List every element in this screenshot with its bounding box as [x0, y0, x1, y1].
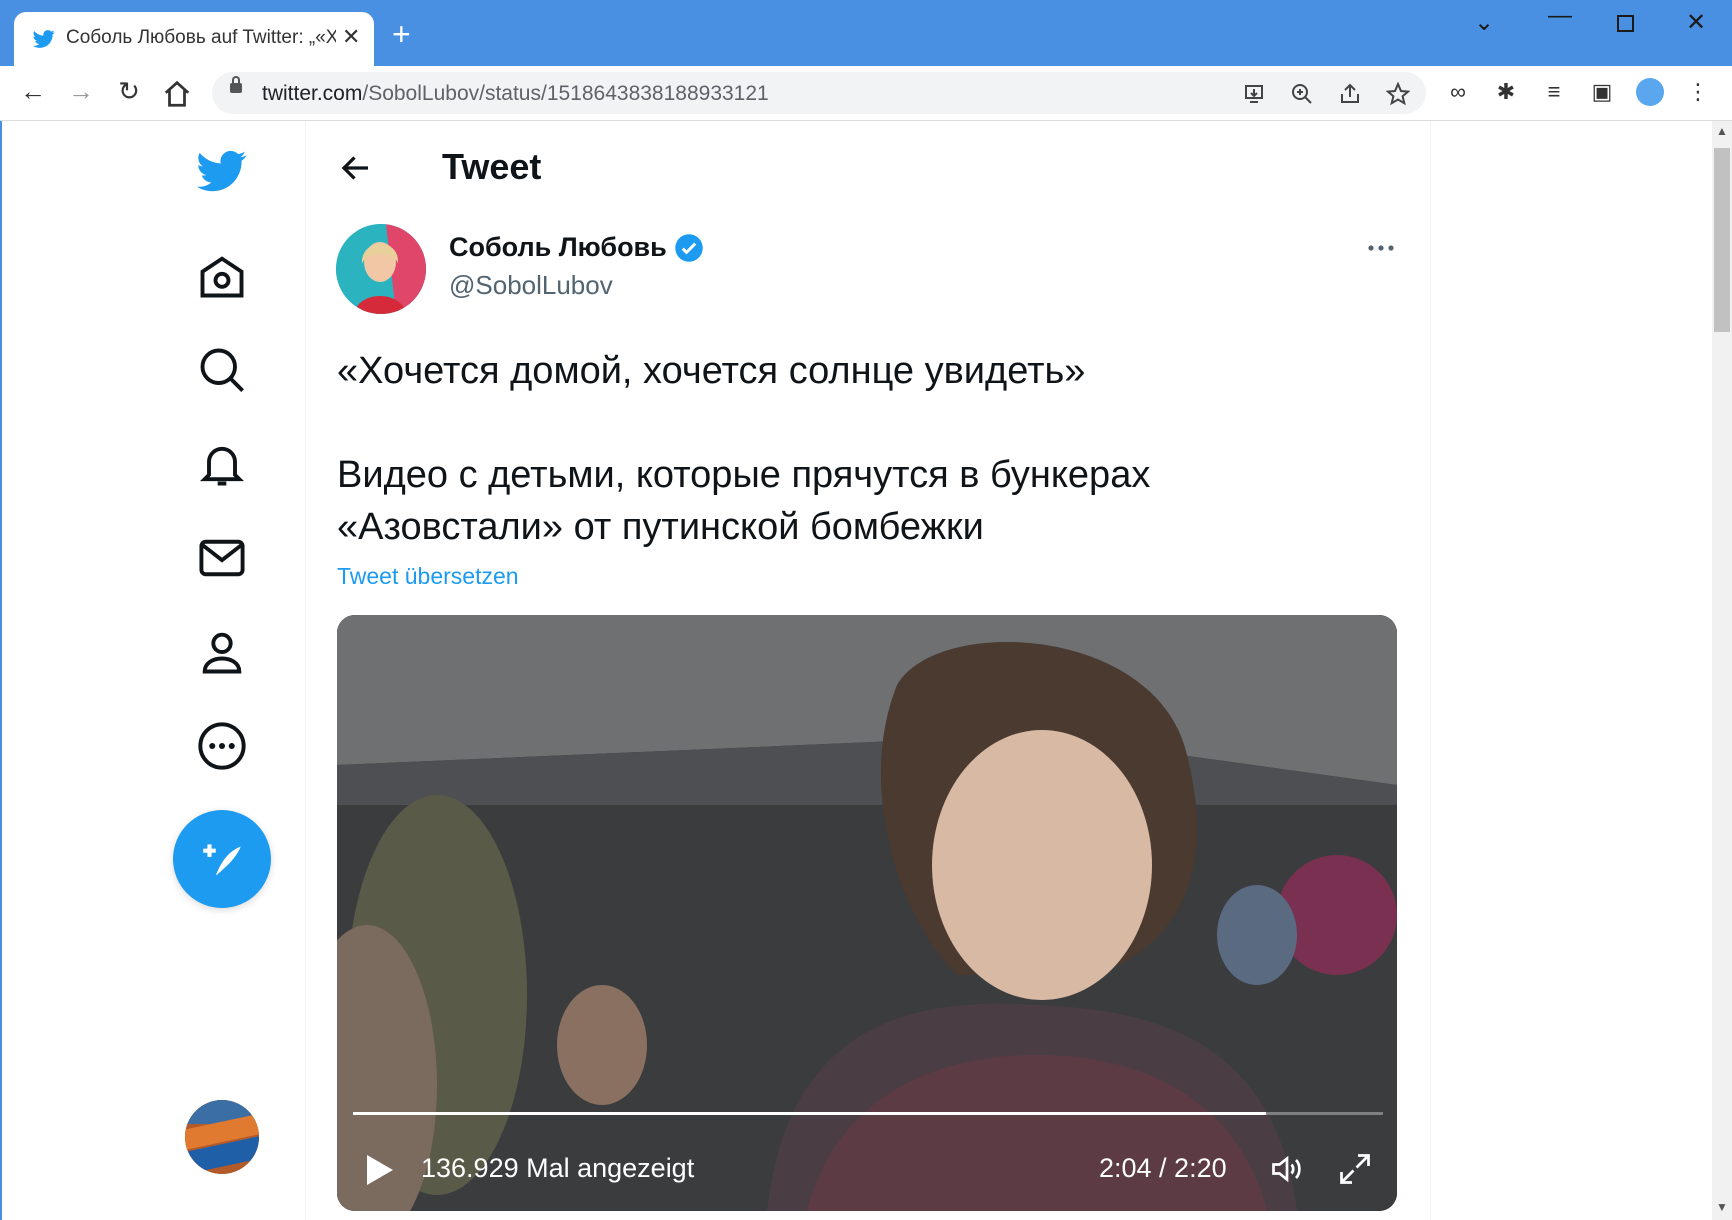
home-icon[interactable] [196, 250, 248, 302]
video-player[interactable]: 136.929 Mal angezeigt 2:04 / 2:20 [337, 615, 1397, 1211]
compose-icon [203, 844, 241, 876]
notifications-icon[interactable] [196, 438, 248, 490]
video-views: 136.929 Mal angezeigt [421, 1153, 695, 1183]
sidepanel-icon[interactable]: ▣ [1588, 78, 1616, 106]
tweet-more-icon[interactable] [1366, 238, 1396, 258]
browser-tab-strip: Соболь Любовь auf Twitter: „«Xc ✕ + ⌄ — … [0, 0, 1732, 66]
new-tab-icon[interactable]: + [392, 18, 411, 50]
explore-icon[interactable] [196, 344, 248, 396]
account-avatar[interactable] [185, 1100, 259, 1174]
volume-icon[interactable] [1267, 1151, 1307, 1187]
author-name[interactable]: Соболь Любовь [449, 232, 667, 263]
tab-title: Соболь Любовь auf Twitter: „«Xc [66, 27, 336, 48]
twitter-logo-icon[interactable] [194, 146, 250, 196]
main-column-divider [1430, 121, 1431, 1220]
bookmark-star-icon[interactable] [1386, 82, 1410, 106]
tweet-paragraph-2-line-1: Видео с детьми, которые прячутся в бунке… [337, 454, 1151, 496]
scrollbar-thumb[interactable] [1714, 148, 1730, 332]
video-time: 2:04 / 2:20 [1099, 1153, 1227, 1183]
back-icon[interactable]: ← [18, 76, 48, 106]
media-control-icon[interactable]: ≡ [1540, 78, 1568, 106]
tweet-text: «Хочется домой, хочется солнце увидеть» … [337, 345, 1397, 553]
close-window-icon[interactable]: ✕ [1686, 8, 1706, 37]
account-avatar-image [185, 1100, 259, 1174]
back-arrow-icon[interactable] [338, 150, 374, 186]
lock-icon [230, 76, 242, 93]
chrome-menu-icon[interactable]: ⋮ [1684, 78, 1712, 106]
author-avatar[interactable] [336, 224, 426, 314]
twitter-favicon-icon [32, 30, 55, 48]
page-title: Tweet [442, 146, 542, 187]
video-progress-fill [353, 1112, 1266, 1115]
tab-search-icon[interactable]: ⌄ [1474, 8, 1494, 37]
minimize-icon[interactable]: — [1548, 2, 1572, 30]
play-icon[interactable] [365, 1153, 395, 1187]
fullscreen-icon[interactable] [1337, 1151, 1373, 1187]
extensions-puzzle-icon[interactable]: ✱ [1492, 78, 1520, 106]
browser-tab[interactable]: Соболь Любовь auf Twitter: „«Xc ✕ [14, 12, 374, 66]
verified-badge-icon [675, 234, 703, 262]
translate-tweet-link[interactable]: Tweet übersetzen [337, 563, 519, 590]
compose-tweet-button[interactable] [173, 810, 271, 908]
page-left-edge [0, 121, 2, 1220]
home-page-icon[interactable] [162, 79, 192, 109]
tweet-paragraph-1: «Хочется домой, хочется солнце увидеть» [337, 350, 1086, 392]
tab-close-icon[interactable]: ✕ [342, 24, 360, 50]
forward-icon[interactable]: → [66, 76, 96, 106]
scroll-down-icon[interactable]: ▼ [1716, 1200, 1728, 1214]
install-app-icon[interactable] [1242, 82, 1266, 106]
scroll-up-icon[interactable]: ▲ [1716, 124, 1728, 138]
author-handle[interactable]: @SobolLubov [449, 270, 613, 301]
maximize-icon[interactable] [1616, 14, 1636, 34]
url-host: twitter.com [262, 82, 363, 105]
more-icon[interactable] [196, 720, 248, 772]
reload-icon[interactable]: ↻ [114, 76, 144, 106]
profile-icon[interactable] [196, 626, 248, 678]
address-bar[interactable]: twitter.com/SobolLubov/status/1518643838… [212, 72, 1426, 114]
author-photo [336, 224, 426, 314]
messages-icon[interactable] [196, 532, 248, 584]
tweet-paragraph-2-line-2: «Азовстали» от путинской бомбежки [337, 506, 984, 548]
browser-toolbar: ← → ↻ twitter.com/SobolLubov/status/1518… [0, 66, 1732, 121]
sidebar-divider [305, 121, 306, 1220]
share-icon[interactable] [1338, 82, 1362, 106]
video-frame [337, 615, 1397, 1211]
zoom-icon[interactable] [1290, 82, 1314, 106]
extension-glasses-icon[interactable]: ∞ [1444, 78, 1472, 106]
url-path: /SobolLubov/status/1518643838188933121 [362, 82, 769, 105]
profile-avatar-icon[interactable] [1636, 78, 1664, 106]
